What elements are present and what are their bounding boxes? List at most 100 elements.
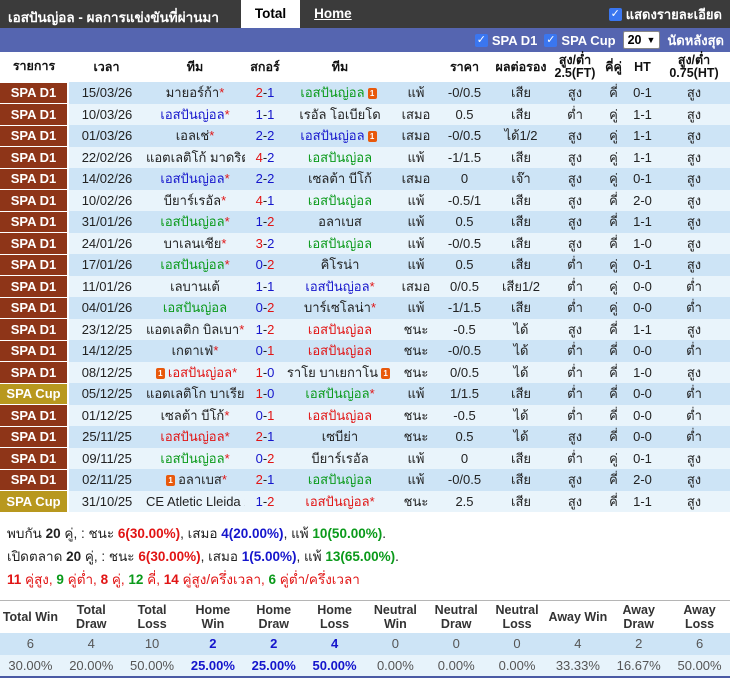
result: แพ้	[395, 189, 437, 211]
home-team: เซลต้า บีโก้*	[145, 404, 245, 426]
league-badge: SPA D1	[0, 404, 69, 427]
score: 1-0	[245, 361, 285, 383]
ht-score: 2-0	[627, 469, 658, 491]
stats-percent: 50.00%	[304, 654, 365, 677]
result: แพ้	[395, 146, 437, 168]
stats-column-header: Away Win	[547, 600, 609, 633]
stats-column-header: Home Loss	[304, 600, 365, 633]
odd-even: คี่	[600, 211, 627, 233]
over-under-ft: สูง	[550, 82, 600, 104]
match-row: SPA D1 01/03/26 เอลเช่* 2-2 เอสปันญ่อล 1 …	[0, 124, 730, 147]
odd-even: คี่	[600, 340, 627, 362]
result: เสมอ	[395, 168, 437, 190]
stats-table: Total Win Total Draw Total Loss Home Win Hom…	[0, 599, 730, 678]
over-under-ft: สูง	[550, 426, 600, 448]
stats-count: 10	[121, 632, 183, 655]
away-team: คิโรน่า	[285, 254, 395, 276]
spa-cup-checkbox[interactable]: ✓	[544, 33, 558, 47]
ht-score: 1-1	[627, 146, 658, 168]
home-team: บียาร์เรอัล*	[145, 189, 245, 211]
result: ชนะ	[395, 490, 437, 512]
match-row: SPA D1 08/12/25 1 เอสปันญ่อล* 1-0 ราโย บา…	[0, 361, 730, 384]
stats-count: 2	[182, 632, 244, 655]
league-badge: SPA D1	[0, 361, 69, 384]
league-badge: SPA D1	[0, 468, 69, 491]
handicap-result: เสีย	[492, 469, 550, 491]
odd-even: คู่	[600, 297, 627, 319]
odds: 0.5	[437, 426, 492, 448]
home-team: แอตเลติโก บาเรียเรส	[145, 383, 245, 405]
away-team: เซลต้า บีโก้	[285, 168, 395, 190]
tab-total[interactable]: Total	[240, 0, 301, 28]
odds: -1/1.5	[437, 146, 492, 168]
handicap-result: เจ๊า	[492, 168, 550, 190]
odd-even: คู่	[600, 447, 627, 469]
stats-percent: 20.00%	[60, 654, 122, 677]
spa-d1-checkbox[interactable]: ✓	[474, 33, 488, 47]
red-card-icon: 1	[155, 367, 165, 379]
over-under-ft: ต่ำ	[550, 254, 600, 276]
odds: 0	[437, 447, 492, 469]
match-row: SPA D1 04/01/26 เอสปันญ่อล 0-2 บาร์เซโลน…	[0, 296, 730, 319]
league-badge: SPA D1	[0, 103, 69, 126]
ht-score: 1-1	[627, 125, 658, 147]
chevron-down-icon: ▼	[646, 35, 656, 45]
ht-score: 0-0	[627, 383, 658, 405]
stats-count: 6	[669, 632, 730, 655]
stats-count: 4	[60, 632, 122, 655]
show-detail-checkbox[interactable]: ✓	[608, 7, 622, 21]
odds: 0.5	[437, 103, 492, 125]
ht-score: 0-0	[627, 297, 658, 319]
away-team: บียาร์เรอัล	[285, 447, 395, 469]
stats-count: 2	[243, 632, 305, 655]
home-team: เอลเช่*	[145, 125, 245, 147]
home-team: เอสปันญ่อล*	[145, 168, 245, 190]
home-team: เอสปันญ่อล*	[145, 103, 245, 125]
stats-header-row: Total Win Total Draw Total Loss Home Win Hom…	[0, 600, 730, 633]
handicap-result: เสีย	[492, 232, 550, 254]
odds: -0/0.5	[437, 125, 492, 147]
result: ชนะ	[395, 404, 437, 426]
result: แพ้	[395, 447, 437, 469]
match-date: 23/12/25	[68, 318, 145, 340]
home-team: บาเลนเซีย*	[145, 232, 245, 254]
stats-column-header: Neutral Win	[364, 600, 426, 633]
summary-line: 11 คู่สูง, 9 คู่ต่ำ, 8 คู่, 12 คี่, 14 ค…	[7, 571, 360, 587]
handicap-result: ได้	[492, 361, 550, 383]
tabs: Total Home	[240, 0, 366, 28]
stats-count: 0	[425, 632, 487, 655]
stats-count: 4	[547, 632, 609, 655]
match-date: 04/01/26	[68, 297, 145, 319]
ht-score: 0-1	[627, 168, 658, 190]
odds: -1/1.5	[437, 297, 492, 319]
stats-count: 4	[304, 632, 365, 655]
result: แพ้	[395, 297, 437, 319]
match-date: 24/01/26	[68, 232, 145, 254]
result: ชนะ	[395, 361, 437, 383]
away-team: เอสปันญ่อล 1	[285, 82, 395, 104]
odd-even: คู่	[600, 125, 627, 147]
over-under-ft: ต่ำ	[550, 340, 600, 362]
matches-count-select[interactable]: 20 ▼	[622, 31, 661, 49]
score: 2-2	[245, 125, 285, 147]
handicap-result: เสีย	[492, 297, 550, 319]
away-team: เอสปันญ่อล 1	[285, 125, 395, 147]
stats-count: 2	[608, 632, 670, 655]
over-under-ft: สูง	[550, 146, 600, 168]
over-under-ht: ต่ำ	[658, 426, 730, 448]
score: 1-2	[245, 211, 285, 233]
home-team: เอสปันญ่อล	[145, 297, 245, 319]
result: ชนะ	[395, 426, 437, 448]
tab-home[interactable]: Home	[300, 0, 366, 28]
score: 1-2	[245, 318, 285, 340]
summary-section: พบกัน 20 คู่, : ชนะ 6(30.00%), เสมอ 4(20…	[0, 513, 730, 597]
over-under-ht: สูง	[658, 254, 730, 276]
handicap-result: เสีย1/2	[492, 275, 550, 297]
odds: 0.5	[437, 254, 492, 276]
ht-score: 1-1	[627, 318, 658, 340]
over-under-ft: สูง	[550, 189, 600, 211]
match-row: SPA D1 17/01/26 เอสปันญ่อล* 0-2 คิโรน่า …	[0, 253, 730, 276]
spa-d1-label: SPA D1	[491, 32, 538, 48]
matches-count-value: 20	[627, 33, 642, 47]
stats-percent: 33.33%	[547, 654, 609, 677]
